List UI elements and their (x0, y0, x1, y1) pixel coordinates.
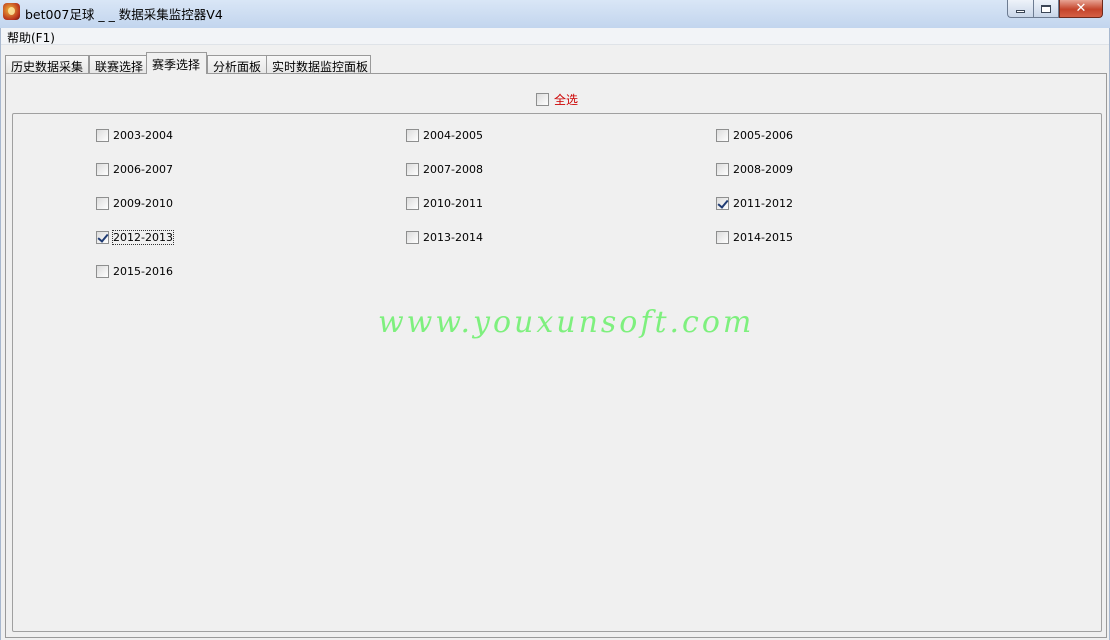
season-box[interactable] (96, 231, 109, 244)
season-label: 2003-2004 (113, 129, 173, 142)
season-box[interactable] (96, 197, 109, 210)
season-checkbox-2014-2015[interactable]: 2014-2015 (716, 231, 793, 244)
season-checkbox-2010-2011[interactable]: 2010-2011 (406, 197, 483, 210)
season-box[interactable] (406, 129, 419, 142)
app-logo-icon (3, 3, 20, 20)
window-controls: ✕ (1007, 0, 1103, 18)
close-button[interactable]: ✕ (1059, 0, 1103, 18)
season-label: 2005-2006 (733, 129, 793, 142)
maximize-icon (1041, 4, 1051, 13)
season-checkbox-2005-2006[interactable]: 2005-2006 (716, 129, 793, 142)
select-all-label: 全选 (554, 93, 579, 107)
window-title: bet007足球 _ _ 数据采集监控器V4 (25, 7, 223, 22)
menu-bar: 帮助(F1) (1, 28, 1109, 45)
season-checkbox-2003-2004[interactable]: 2003-2004 (96, 129, 173, 142)
season-label: 2012-2013 (112, 230, 174, 245)
tab-season-select[interactable]: 赛季选择 (146, 52, 207, 74)
select-all-checkbox[interactable]: 全选 (536, 91, 578, 108)
season-box[interactable] (406, 231, 419, 244)
season-box[interactable] (96, 129, 109, 142)
season-label: 2015-2016 (113, 265, 173, 278)
menu-item-help[interactable]: 帮助(F1) (7, 29, 55, 46)
season-label: 2011-2012 (733, 197, 793, 210)
tab-league-select[interactable]: 联赛选择 (89, 55, 147, 74)
tab-analysis-panel[interactable]: 分析面板 (207, 55, 267, 74)
close-icon: ✕ (1075, 1, 1087, 16)
season-box[interactable] (406, 197, 419, 210)
season-select-panel: 全选 2003-2004 2004-2005 2005-2006 2006-20… (5, 73, 1107, 638)
season-label: 2010-2011 (423, 197, 483, 210)
season-box[interactable] (406, 163, 419, 176)
title-bar[interactable]: bet007足球 _ _ 数据采集监控器V4 ✕ (0, 0, 1110, 28)
season-box[interactable] (96, 265, 109, 278)
season-label: 2007-2008 (423, 163, 483, 176)
season-box[interactable] (716, 197, 729, 210)
season-checkbox-2013-2014[interactable]: 2013-2014 (406, 231, 483, 244)
season-group-box: 2003-2004 2004-2005 2005-2006 2006-2007 … (12, 113, 1102, 632)
season-box[interactable] (96, 163, 109, 176)
watermark-text: www.youxunsoft.com (378, 305, 755, 340)
season-label: 2013-2014 (423, 231, 483, 244)
minimize-button[interactable] (1007, 0, 1033, 18)
season-checkbox-2015-2016[interactable]: 2015-2016 (96, 265, 173, 278)
season-label: 2008-2009 (733, 163, 793, 176)
window-client-area: 帮助(F1) 历史数据采集 联赛选择 赛季选择 分析面板 实时数据监控面板 全选… (0, 28, 1110, 640)
season-label: 2014-2015 (733, 231, 793, 244)
season-checkbox-2007-2008[interactable]: 2007-2008 (406, 163, 483, 176)
minimize-icon (1016, 9, 1025, 13)
season-checkbox-2008-2009[interactable]: 2008-2009 (716, 163, 793, 176)
tab-realtime-monitor[interactable]: 实时数据监控面板 (266, 55, 371, 74)
season-box[interactable] (716, 231, 729, 244)
season-checkbox-2004-2005[interactable]: 2004-2005 (406, 129, 483, 142)
season-label: 2009-2010 (113, 197, 173, 210)
season-label: 2004-2005 (423, 129, 483, 142)
select-all-box[interactable] (536, 93, 549, 106)
season-box[interactable] (716, 129, 729, 142)
season-checkbox-2009-2010[interactable]: 2009-2010 (96, 197, 173, 210)
season-box[interactable] (716, 163, 729, 176)
season-checkbox-2012-2013[interactable]: 2012-2013 (96, 230, 174, 245)
season-label: 2006-2007 (113, 163, 173, 176)
tab-history-collection[interactable]: 历史数据采集 (5, 55, 89, 74)
maximize-button[interactable] (1033, 0, 1059, 18)
season-checkbox-2006-2007[interactable]: 2006-2007 (96, 163, 173, 176)
season-checkbox-2011-2012[interactable]: 2011-2012 (716, 197, 793, 210)
